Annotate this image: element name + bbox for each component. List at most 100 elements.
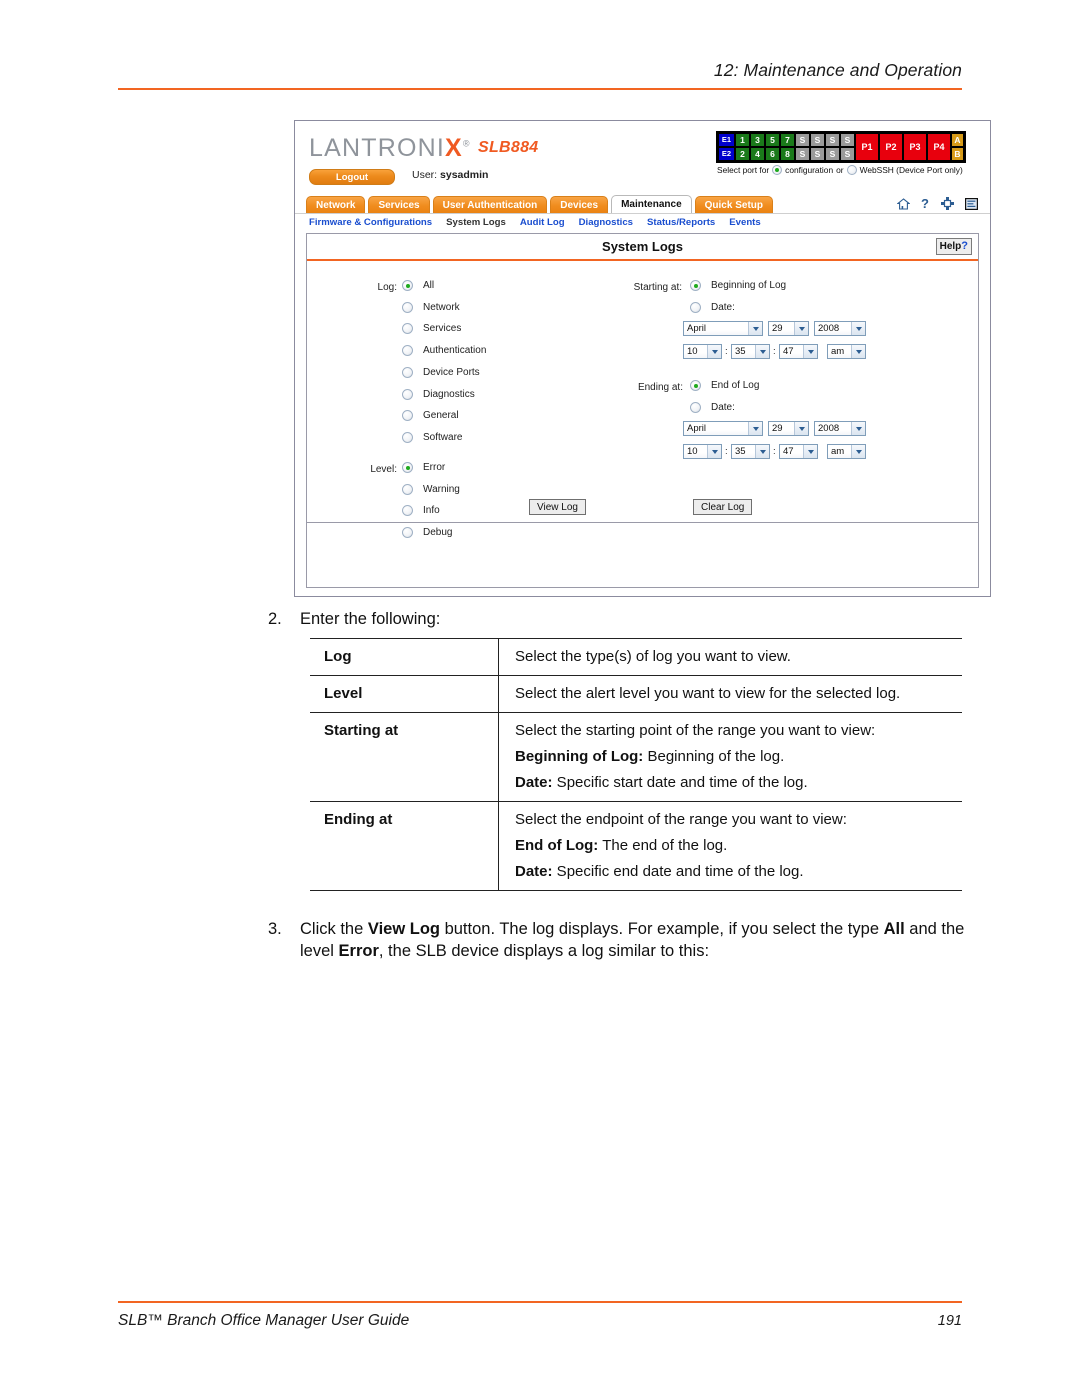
chevron-down-icon[interactable] [851, 322, 865, 335]
serial-port-s6[interactable]: S [811, 148, 824, 160]
chevron-down-icon[interactable] [794, 422, 808, 435]
radio-level-error[interactable] [402, 462, 413, 473]
log-option-network[interactable]: Network [402, 301, 460, 313]
ethernet-port-e2[interactable]: E2 [719, 148, 734, 160]
log-option-services[interactable]: Services [402, 323, 461, 335]
serial-port-s3[interactable]: S [826, 134, 839, 146]
device-port-7[interactable]: 7 [781, 134, 794, 146]
sub-nav-bar[interactable]: Firmware & Configurations System Logs Au… [295, 213, 990, 231]
ending-minute-select[interactable]: 35 [731, 444, 770, 459]
device-port-6[interactable]: 6 [766, 148, 779, 160]
chevron-down-icon[interactable] [803, 345, 817, 358]
device-port-5[interactable]: 5 [766, 134, 779, 146]
serial-port-s4[interactable]: S [841, 134, 854, 146]
chevron-down-icon[interactable] [707, 345, 721, 358]
device-port-group[interactable]: 1 2 3 4 5 6 7 8 [736, 134, 794, 160]
radio-log-all[interactable] [402, 280, 413, 291]
subnav-system-logs[interactable]: System Logs [446, 217, 506, 228]
level-option-debug[interactable]: Debug [402, 527, 452, 539]
serial-port-s8[interactable]: S [841, 148, 854, 160]
subnav-status-reports[interactable]: Status/Reports [647, 217, 715, 228]
radio-level-warning[interactable] [402, 483, 413, 495]
serial-port-pair-2[interactable]: S S [811, 134, 824, 160]
subnav-audit-log[interactable]: Audit Log [520, 217, 565, 228]
device-port-3[interactable]: 3 [751, 134, 764, 146]
log-option-device-ports[interactable]: Device Ports [402, 366, 480, 378]
serial-port-pair-1[interactable]: S S [796, 134, 809, 160]
serial-port-s2[interactable]: S [811, 134, 824, 146]
chevron-down-icon[interactable] [803, 445, 817, 458]
starting-minute-select[interactable]: 35 [731, 344, 770, 359]
power-port-group[interactable]: P1 P2 P3 P4 [856, 134, 950, 160]
chevron-down-icon[interactable] [794, 322, 808, 335]
chevron-down-icon[interactable] [755, 345, 769, 358]
chevron-down-icon[interactable] [748, 322, 762, 335]
log-option-software[interactable]: Software [402, 431, 462, 443]
serial-port-s1[interactable]: S [796, 134, 809, 146]
subnav-firmware-configurations[interactable]: Firmware & Configurations [309, 217, 432, 228]
serial-port-group[interactable]: S S S S S S S S [796, 134, 854, 160]
view-log-button[interactable]: View Log [529, 499, 586, 515]
connections-icon[interactable] [941, 197, 954, 210]
ending-option-end-of-log[interactable]: End of Log [690, 380, 759, 391]
starting-option-date[interactable]: Date: [690, 301, 735, 313]
tool-icon-bar[interactable]: ? [896, 196, 979, 211]
chevron-down-icon[interactable] [748, 422, 762, 435]
ending-hour-select[interactable]: 10 [683, 444, 722, 459]
radio-configuration[interactable] [772, 165, 783, 175]
log-option-general[interactable]: General [402, 410, 459, 422]
serial-port-pair-4[interactable]: S S [841, 134, 854, 160]
clear-log-button[interactable]: Clear Log [693, 499, 753, 515]
subnav-events[interactable]: Events [729, 217, 760, 228]
device-port-pair-1[interactable]: 1 2 [736, 134, 749, 160]
ethernet-port-group[interactable]: E1 E2 [719, 134, 734, 160]
starting-hour-select[interactable]: 10 [683, 344, 722, 359]
ending-year-select[interactable]: 2008 [814, 421, 866, 436]
chevron-down-icon[interactable] [851, 422, 865, 435]
port-map[interactable]: E1 E2 1 2 3 4 5 6 7 8 S S S S S S S S P1… [716, 131, 966, 163]
level-option-warning[interactable]: Warning [402, 483, 460, 495]
starting-year-select[interactable]: 2008 [814, 321, 866, 336]
chevron-down-icon[interactable] [707, 445, 721, 458]
logout-button[interactable]: Logout [309, 169, 395, 185]
radio-log-software[interactable] [402, 431, 413, 443]
radio-ending-end-of-log[interactable] [690, 380, 701, 391]
device-port-4[interactable]: 4 [751, 148, 764, 160]
radio-log-general[interactable] [402, 410, 413, 422]
starting-meridiem-select[interactable]: am [827, 344, 866, 359]
power-port-p1[interactable]: P1 [856, 134, 878, 160]
ending-meridiem-select[interactable]: am [827, 444, 866, 459]
ab-port-group[interactable]: A B [952, 134, 963, 160]
radio-log-device-ports[interactable] [402, 366, 413, 378]
device-port-2[interactable]: 2 [736, 148, 749, 160]
ending-day-select[interactable]: 29 [768, 421, 809, 436]
radio-webssh[interactable] [846, 165, 857, 175]
port-a[interactable]: A [952, 134, 963, 146]
serial-port-s5[interactable]: S [796, 148, 809, 160]
starting-day-select[interactable]: 29 [768, 321, 809, 336]
starting-second-select[interactable]: 47 [779, 344, 818, 359]
radio-log-services[interactable] [402, 323, 413, 335]
serial-port-s7[interactable]: S [826, 148, 839, 160]
radio-log-authentication[interactable] [402, 345, 413, 357]
list-icon[interactable] [965, 197, 979, 210]
level-option-error[interactable]: Error [402, 462, 445, 473]
ending-month-select[interactable]: April [683, 421, 763, 436]
ending-option-date[interactable]: Date: [690, 401, 735, 413]
chevron-down-icon[interactable] [851, 445, 865, 458]
power-port-p4[interactable]: P4 [928, 134, 950, 160]
radio-starting-date[interactable] [690, 301, 701, 313]
help-question-icon[interactable]: ? [921, 196, 930, 211]
chevron-down-icon[interactable] [755, 445, 769, 458]
device-port-pair-3[interactable]: 5 6 [766, 134, 779, 160]
radio-ending-date[interactable] [690, 401, 701, 413]
main-tab-bar[interactable]: Network Services User Authentication Dev… [306, 195, 773, 215]
radio-log-diagnostics[interactable] [402, 388, 413, 400]
serial-port-pair-3[interactable]: S S [826, 134, 839, 160]
starting-option-beginning-of-log[interactable]: Beginning of Log [690, 280, 786, 291]
log-option-authentication[interactable]: Authentication [402, 345, 486, 357]
radio-starting-beginning-of-log[interactable] [690, 280, 701, 291]
ethernet-port-e1[interactable]: E1 [719, 134, 734, 146]
power-port-p3[interactable]: P3 [904, 134, 926, 160]
log-option-diagnostics[interactable]: Diagnostics [402, 388, 475, 400]
